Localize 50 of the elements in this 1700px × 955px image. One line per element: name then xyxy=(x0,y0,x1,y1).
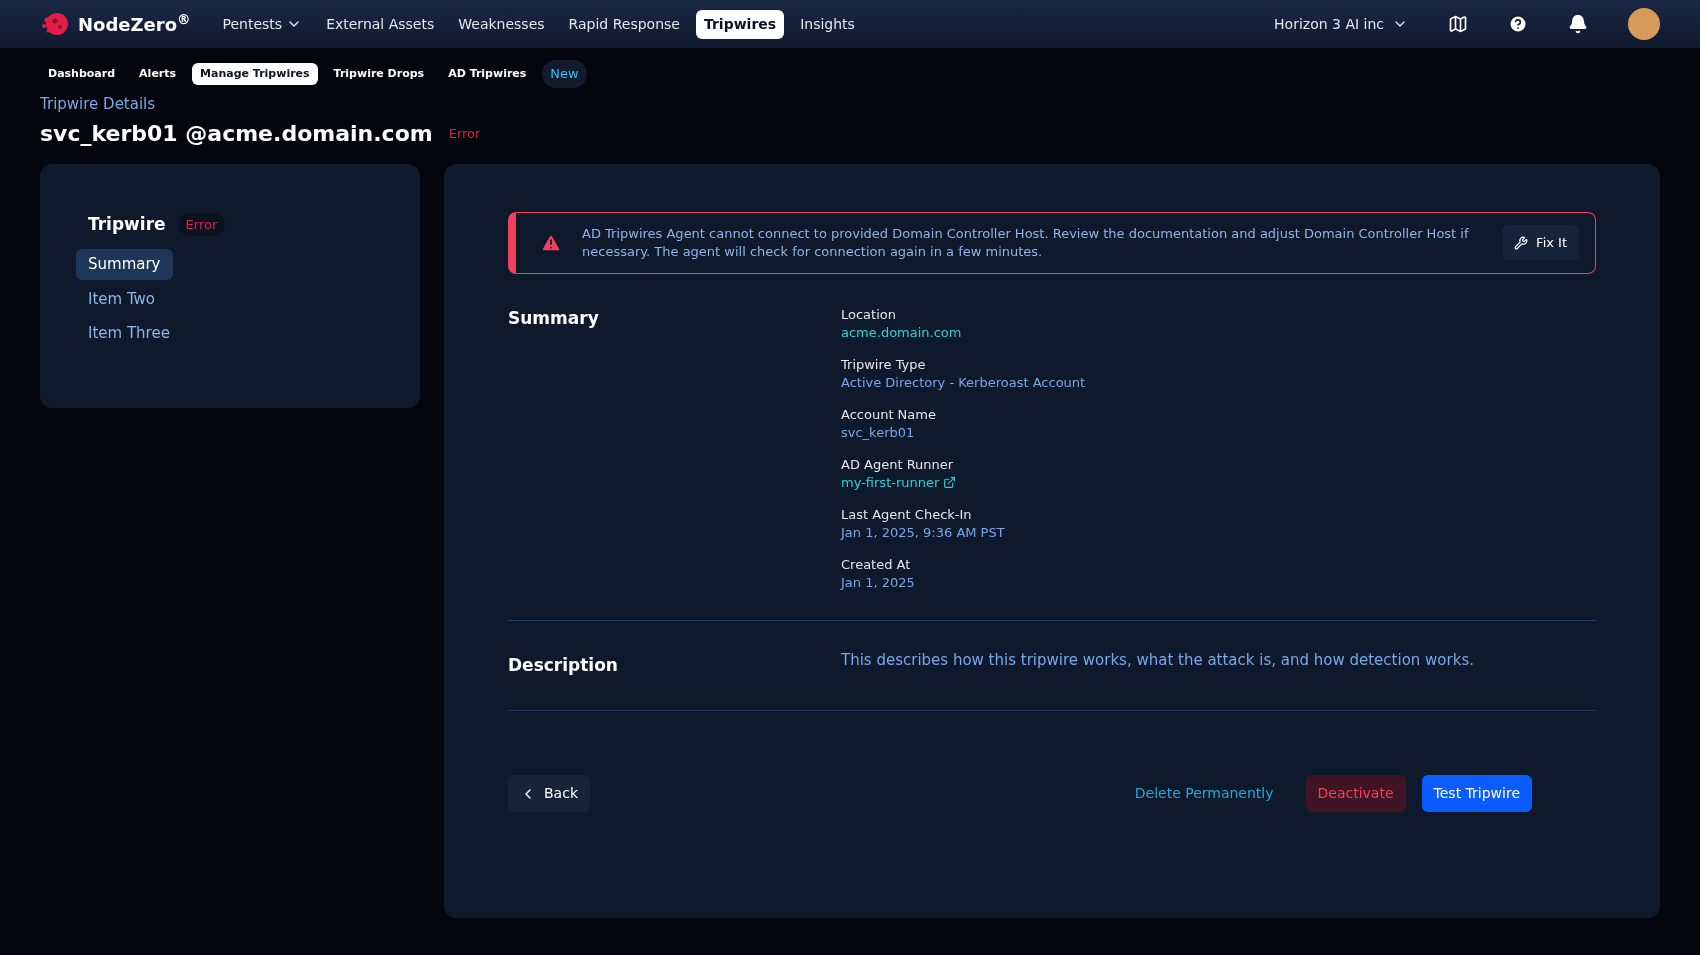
sidebar-item[interactable]: Item Two xyxy=(76,283,168,314)
status-badge: Error xyxy=(177,212,226,236)
status-label: Error xyxy=(448,124,481,143)
fix-it-button[interactable]: Fix It xyxy=(1502,224,1579,261)
external-link-icon xyxy=(943,476,957,489)
nav-tab[interactable]: Insights xyxy=(792,9,863,39)
field-value: Active Directory - Kerberoast Account xyxy=(841,373,1086,392)
sub-tab[interactable]: Dashboard xyxy=(40,62,124,85)
field-value: Jan 1, 2025, 9:36 AM PST xyxy=(841,523,1005,542)
help-icon[interactable] xyxy=(1508,14,1528,34)
test-tripwire-button[interactable]: Test Tripwire xyxy=(1421,775,1532,812)
nav-tab[interactable]: Tripwires xyxy=(695,9,785,39)
breadcrumb-link[interactable]: Tripwire Details xyxy=(40,94,156,113)
brand-name: NodeZero$^{®}$ xyxy=(78,10,191,37)
sub-tab[interactable]: Alerts xyxy=(131,62,185,85)
bell-icon[interactable] xyxy=(1568,14,1588,34)
field-label: AD Agent Runner xyxy=(841,455,955,474)
field-label: Location xyxy=(841,305,897,324)
sidebar-item[interactable]: Summary xyxy=(76,249,173,280)
nav-tab[interactable]: External Assets xyxy=(318,9,443,39)
field-label: Account Name xyxy=(841,405,937,424)
field-value: svc_kerb01 xyxy=(841,423,915,442)
logo-icon xyxy=(40,11,70,37)
sub-tab[interactable]: Tripwire Drops xyxy=(325,62,433,85)
section-heading: Description xyxy=(508,653,619,677)
sub-tab[interactable]: Manage Tripwires xyxy=(192,62,318,85)
new-badge: New xyxy=(542,60,587,88)
nav-tab[interactable]: Rapid Response xyxy=(560,9,688,39)
field-label: Last Agent Check-In xyxy=(841,505,973,524)
avatar[interactable] xyxy=(1628,8,1660,40)
wrench-icon xyxy=(1514,235,1529,250)
field-value: Jan 1, 2025 xyxy=(841,573,915,592)
nav-tab[interactable]: Weaknesses xyxy=(450,9,553,39)
field-label: Tripwire Type xyxy=(841,355,927,374)
map-icon[interactable] xyxy=(1448,14,1468,34)
field-link[interactable]: acme.domain.com xyxy=(841,323,1086,342)
deactivate-button[interactable]: Deactivate xyxy=(1305,775,1406,812)
delete-link[interactable]: Delete Permanently xyxy=(1126,775,1282,812)
back-button[interactable]: Back xyxy=(508,775,590,812)
sidebar-item[interactable]: Item Three xyxy=(76,318,182,349)
section-heading: Summary xyxy=(508,306,600,330)
page-title: svc_kerb01 @acme.domain.com xyxy=(40,119,433,148)
sub-tab[interactable]: AD Tripwires xyxy=(440,62,535,85)
organization-dropdown[interactable]: Horizon 3 AI inc xyxy=(1274,13,1408,35)
sidebar-title: Tripwire xyxy=(88,212,166,236)
nav-tab[interactable]: Pentests xyxy=(214,9,311,39)
description-text: This describes how this tripwire works, what the attack is, and how detection works. xyxy=(841,649,1474,671)
alert-message: AD Tripwires Agent cannot connect to provided Domain Controller Host. Review the documentation and adjust Domain Controller Host if necessary. The agent will check for connection again in a few minutes. xyxy=(582,224,1470,261)
field-label: Created At xyxy=(841,555,912,574)
field-link[interactable]: my-first-runner xyxy=(841,473,1086,492)
